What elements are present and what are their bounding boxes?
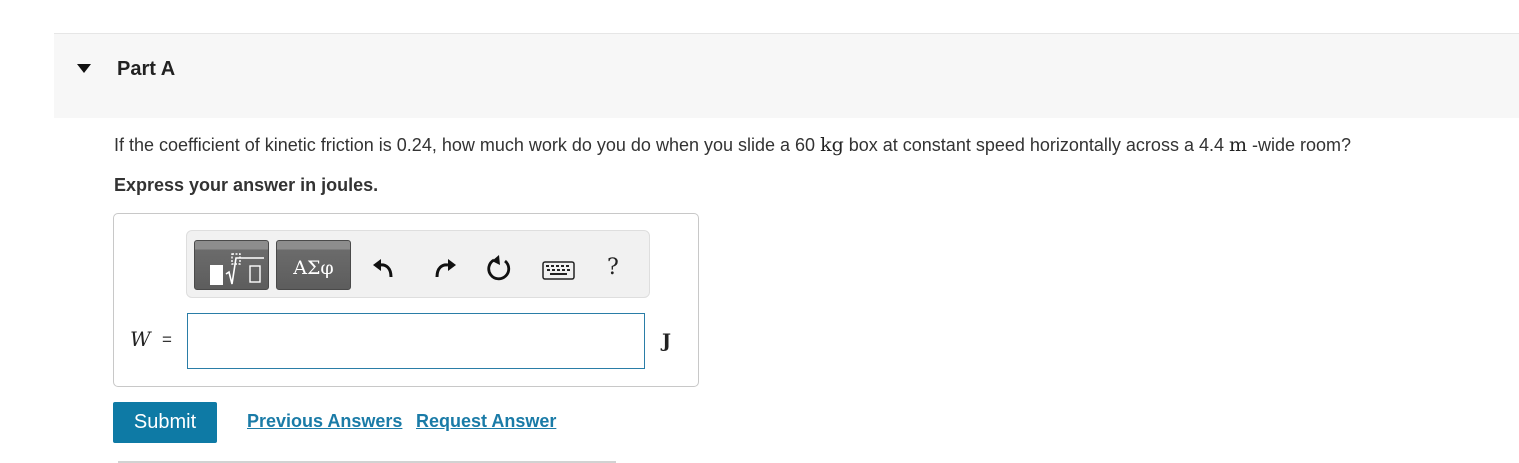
redo-icon[interactable] <box>431 255 459 283</box>
previous-answers-link[interactable]: Previous Answers <box>247 411 402 432</box>
question-text-1: If the coefficient of kinetic friction i… <box>114 135 821 155</box>
greek-letters-icon: ΑΣφ <box>293 257 334 279</box>
math-toolbar: ΑΣφ ? <box>186 230 650 298</box>
question-text: If the coefficient of kinetic friction i… <box>114 134 1351 156</box>
question-text-2: box at constant speed horizontally acros… <box>843 135 1229 155</box>
greek-letters-button[interactable]: ΑΣφ <box>276 240 351 290</box>
answer-variable: W <box>130 327 151 351</box>
answer-input[interactable] <box>187 313 645 369</box>
reset-icon[interactable] <box>483 253 515 285</box>
question-text-3: -wide room? <box>1247 135 1352 155</box>
help-icon[interactable]: ? <box>607 255 619 280</box>
templates-button[interactable] <box>194 240 269 290</box>
undo-icon[interactable] <box>371 255 399 283</box>
part-header[interactable] <box>54 33 1519 118</box>
submit-button[interactable]: Submit <box>113 402 217 443</box>
unit-kg: kg <box>820 134 844 156</box>
answer-instruction: Express your answer in joules. <box>114 175 379 195</box>
part-title: Part A <box>117 58 176 80</box>
unit-m: m <box>1228 134 1248 156</box>
answer-unit: J <box>662 330 671 352</box>
collapse-caret-icon[interactable] <box>77 64 91 73</box>
templates-icon <box>210 253 264 285</box>
equals-sign: = <box>162 330 172 349</box>
request-answer-link[interactable]: Request Answer <box>416 411 556 432</box>
keyboard-icon[interactable] <box>542 259 576 281</box>
